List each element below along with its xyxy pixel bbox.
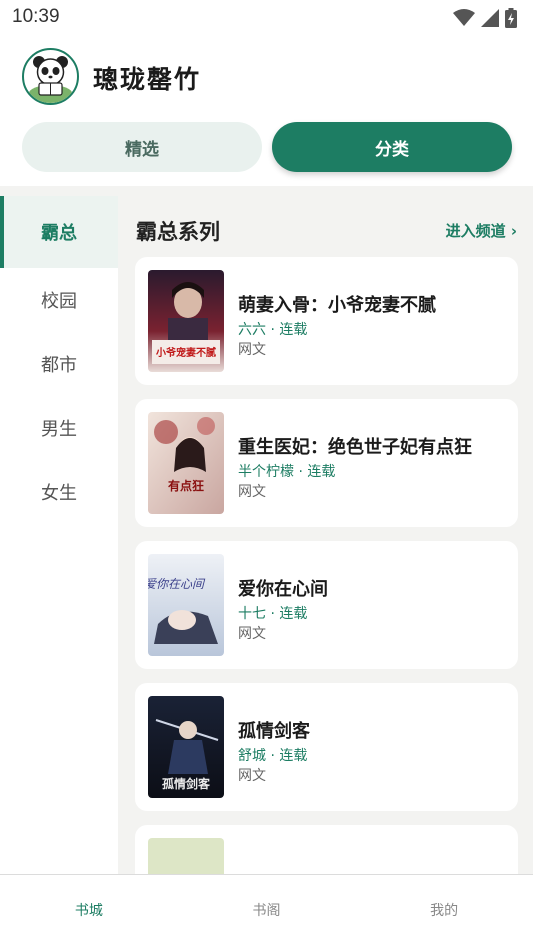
cover-title-text: 爱你在心间 — [148, 577, 206, 591]
book-cover — [148, 838, 224, 874]
book-title: 萌妻入骨：小爷宠妻不腻 — [238, 295, 436, 316]
panda-icon — [28, 56, 73, 103]
book-cover-image: 小爷宠妻不腻 — [148, 270, 224, 372]
category-content: 霸总 校园 都市 男生 女生 霸总系列 进入频道 › 小爷宠妻不腻 萌妻入骨：小… — [0, 186, 533, 874]
nav-bookstore[interactable]: 书城 — [0, 875, 178, 948]
book-author-status: 六六 · 连载 — [238, 322, 308, 338]
panda-avatar[interactable] — [22, 48, 79, 105]
status-icons — [453, 8, 517, 28]
battery-icon — [505, 8, 517, 28]
book-author-status: 半个柠檬 · 连载 — [238, 464, 336, 480]
book-card[interactable]: 有点狂 重生医妃：绝色世子妃有点狂 半个柠檬 · 连载 网文 — [135, 399, 518, 527]
nav-profile[interactable]: 我的 — [355, 875, 533, 948]
book-source: 网文 — [238, 484, 266, 500]
book-cover: 有点狂 — [148, 412, 224, 514]
status-time: 10:39 — [12, 6, 60, 27]
book-title: 重生医妃：绝色世子妃有点狂 — [238, 437, 472, 458]
sidebar-item-female[interactable]: 女生 — [0, 460, 118, 524]
nav-bookshelf[interactable]: 书阁 — [178, 875, 356, 948]
book-source: 网文 — [238, 626, 266, 642]
book-cover: 爱你在心间 — [148, 554, 224, 656]
book-title: 爱你在心间 — [238, 579, 328, 600]
book-card[interactable] — [135, 825, 518, 874]
book-card[interactable]: 小爷宠妻不腻 萌妻入骨：小爷宠妻不腻 六六 · 连载 网文 — [135, 257, 518, 385]
bottom-nav: 书城 书阁 我的 — [0, 874, 533, 948]
sidebar-item-bazong[interactable]: 霸总 — [0, 196, 118, 268]
book-source: 网文 — [238, 342, 266, 358]
cover-title-text: 有点狂 — [168, 478, 204, 493]
book-cover: 小爷宠妻不腻 — [148, 270, 224, 372]
sidebar-item-male[interactable]: 男生 — [0, 396, 118, 460]
section-title: 霸总系列 — [136, 220, 220, 244]
category-sidebar: 霸总 校园 都市 男生 女生 — [0, 196, 118, 874]
book-title: 孤情剑客 — [238, 721, 310, 742]
book-cover: 孤情剑客 — [148, 696, 224, 798]
cover-title-text: 孤情剑客 — [162, 776, 211, 791]
book-cover-image: 爱你在心间 — [148, 554, 224, 656]
status-bar: 10:39 — [0, 0, 533, 36]
book-cover-image: 孤情剑客 — [148, 696, 224, 798]
sidebar-item-urban[interactable]: 都市 — [0, 332, 118, 396]
wifi-icon — [453, 9, 475, 26]
book-list-panel: 霸总系列 进入频道 › 小爷宠妻不腻 萌妻入骨：小爷宠妻不腻 六六 · 连载 网… — [118, 186, 533, 874]
book-card[interactable]: 孤情剑客 孤情剑客 舒城 · 连载 网文 — [135, 683, 518, 811]
sidebar-item-campus[interactable]: 校园 — [0, 268, 118, 332]
book-cover-image: 有点狂 — [148, 412, 224, 514]
cover-title-text: 小爷宠妻不腻 — [155, 346, 216, 359]
tab-featured[interactable]: 精选 — [22, 122, 262, 172]
tab-category[interactable]: 分类 — [272, 122, 512, 172]
app-title: 璁珑罄竹 — [93, 65, 202, 94]
book-card[interactable]: 爱你在心间 爱你在心间 十七 · 连载 网文 — [135, 541, 518, 669]
signal-icon — [481, 9, 499, 27]
app-header: 璁珑罄竹 — [0, 42, 533, 112]
book-author-status: 舒城 · 连载 — [238, 748, 308, 764]
book-author-status: 十七 · 连载 — [238, 606, 308, 622]
enter-channel-link[interactable]: 进入频道 › — [446, 220, 517, 241]
book-source: 网文 — [238, 768, 266, 784]
